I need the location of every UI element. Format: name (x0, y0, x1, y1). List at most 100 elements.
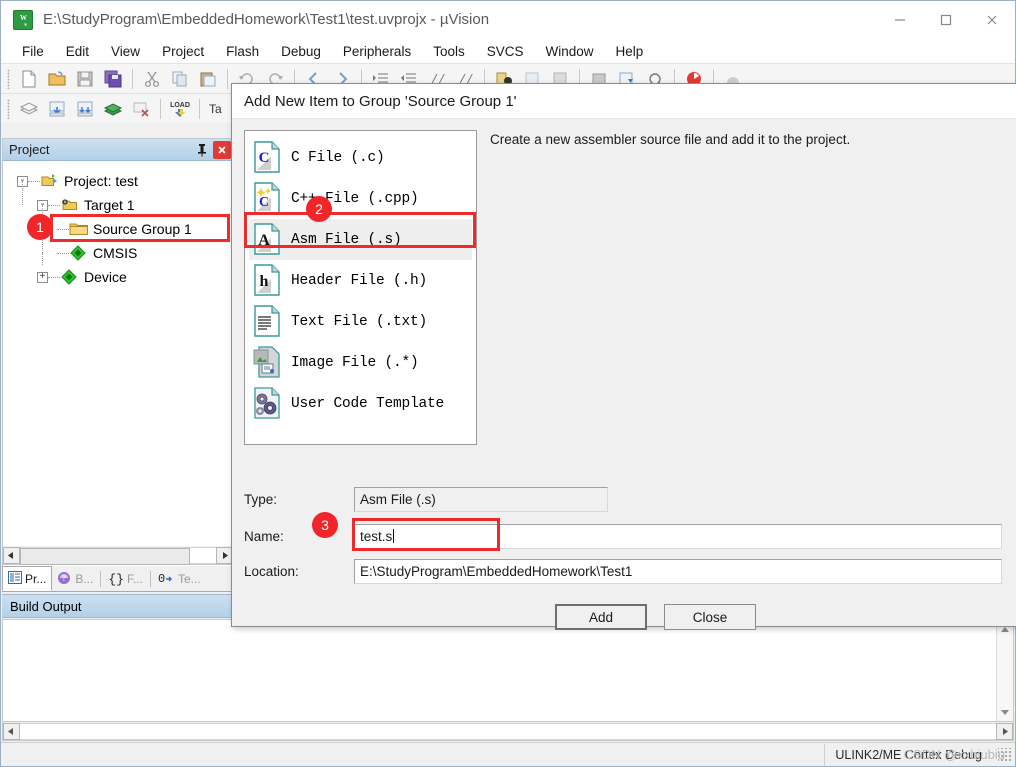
menu-item-help[interactable]: Help (605, 42, 655, 61)
scroll-left-arrow[interactable] (3, 722, 20, 740)
user-template-label: User Code Template (291, 395, 445, 412)
c-file-label: C File (.c) (291, 149, 385, 166)
target-selector-label[interactable]: Ta (205, 102, 226, 116)
templates-tab-icon: 0 (158, 571, 175, 587)
folder-icon (69, 220, 89, 238)
image-file-list-item[interactable]: Image File (.*) (249, 342, 472, 383)
save-all-icon[interactable] (99, 66, 127, 92)
text-file-icon (253, 304, 283, 339)
paste-icon[interactable] (194, 66, 222, 92)
rebuild-all-icon[interactable] (99, 96, 127, 122)
project-tab-functions[interactable]: {} F... (103, 567, 148, 591)
scroll-track[interactable] (20, 546, 216, 565)
asm-file-list-item[interactable]: A Asm File (.s) (249, 219, 472, 260)
menu-item-file[interactable]: File (11, 42, 55, 61)
expander-device[interactable]: + (37, 271, 48, 283)
open-folder-icon[interactable] (43, 66, 71, 92)
location-field-label: Location: (244, 563, 299, 579)
resize-grip[interactable] (998, 747, 1012, 762)
build-target-icon[interactable] (71, 96, 99, 122)
project-panel: Project - Project: test - Target 1 Sourc… (2, 138, 234, 581)
translate-icon[interactable] (43, 96, 71, 122)
tree-connector (48, 204, 60, 206)
annotation-badge-2: 2 (306, 196, 332, 222)
toolbar-separator (132, 68, 133, 89)
header-file-list-item[interactable]: h Header File (.h) (249, 260, 472, 301)
project-tab-books[interactable]: ? B... (52, 567, 98, 591)
add-button-label: Add (588, 609, 614, 625)
header-file-icon: h (253, 263, 283, 298)
project-tab-project[interactable]: Pr... (2, 566, 53, 591)
save-icon[interactable] (71, 66, 99, 92)
menu-item-view[interactable]: View (100, 42, 151, 61)
tree-label-cmsis: CMSIS (93, 245, 138, 261)
batch-build-icon[interactable] (15, 96, 43, 122)
build-output-vscrollbar[interactable] (996, 620, 1013, 721)
build-output-body[interactable] (2, 619, 1014, 722)
tree-row-project[interactable]: - Project: test (7, 169, 229, 193)
target-icon (60, 196, 80, 214)
menu-item-edit[interactable]: Edit (55, 42, 100, 61)
pin-icon[interactable] (194, 141, 210, 159)
location-input-field[interactable]: E:\StudyProgram\EmbeddedHomework\Test1 (354, 558, 1002, 584)
scroll-right-arrow[interactable] (996, 722, 1013, 740)
tree-label-project: Project: test (64, 173, 138, 189)
svg-text:C: C (259, 195, 269, 210)
name-field-value: test.s (360, 528, 393, 544)
c-file-icon: C (253, 140, 283, 175)
menu-item-window[interactable]: Window (534, 42, 604, 61)
menu-item-peripherals[interactable]: Peripherals (332, 42, 422, 61)
toolbar-grip[interactable] (7, 68, 10, 89)
close-button[interactable]: Close (664, 604, 756, 630)
tree-connector (57, 228, 69, 230)
scroll-thumb[interactable] (20, 547, 190, 565)
toolbar-grip[interactable] (7, 98, 10, 119)
menu-item-svcs[interactable]: SVCS (476, 42, 535, 61)
minimize-icon[interactable] (877, 1, 923, 39)
tree-label-device: Device (84, 269, 127, 285)
menu-item-tools[interactable]: Tools (422, 42, 476, 61)
name-input-field[interactable]: test.s (354, 523, 1002, 549)
add-button[interactable]: Add (555, 604, 647, 630)
copy-icon[interactable] (166, 66, 194, 92)
tab-separator (100, 570, 102, 587)
maximize-icon[interactable] (923, 1, 969, 39)
c-file-list-item[interactable]: C C File (.c) (249, 137, 472, 178)
new-file-icon[interactable] (15, 66, 43, 92)
svg-text:LOAD: LOAD (170, 102, 190, 109)
tree-row-cmsis[interactable]: CMSIS (7, 229, 229, 265)
panel-close-icon[interactable] (213, 140, 231, 159)
tree-row-device[interactable]: + Device (7, 253, 229, 289)
project-hscrollbar[interactable] (2, 546, 234, 565)
menu-item-debug[interactable]: Debug (270, 42, 332, 61)
scroll-track[interactable] (20, 722, 996, 740)
close-icon[interactable] (969, 1, 1015, 39)
asm-file-icon: A (253, 222, 283, 257)
tree-connector (28, 180, 40, 182)
user-template-list-item[interactable]: User Code Template (249, 383, 472, 424)
project-tab-label: Pr... (25, 571, 47, 586)
download-load-icon[interactable]: LOAD (166, 96, 194, 122)
scroll-left-arrow[interactable] (3, 546, 20, 564)
templates-tab-label: Te... (177, 572, 201, 586)
cpp-file-list-item[interactable]: C C++ File (.cpp) (249, 178, 472, 219)
menu-item-flash[interactable]: Flash (215, 42, 270, 61)
project-tab-templates[interactable]: 0 Te... (153, 567, 206, 591)
build-output-hscrollbar[interactable] (2, 722, 1014, 741)
tab-separator (149, 570, 151, 587)
project-panel-header: Project (3, 139, 233, 161)
stop-build-icon[interactable] (127, 96, 155, 122)
scroll-down-arrow[interactable] (1001, 704, 1009, 719)
menu-item-project[interactable]: Project (151, 42, 215, 61)
uvision-main-window: W s E:\StudyProgram\EmbeddedHomework\Tes… (0, 0, 1016, 767)
project-panel-tabs: Pr... ? B... {} F... 0 Te... (2, 566, 234, 592)
books-tab-icon: ? (57, 571, 72, 588)
cut-icon[interactable] (138, 66, 166, 92)
annotation-badge-1: 1 (27, 214, 53, 240)
annotation-badge-3: 3 (312, 512, 338, 538)
svg-text:A: A (258, 232, 270, 249)
text-file-list-item[interactable]: Text File (.txt) (249, 301, 472, 342)
file-type-list[interactable]: C C File (.c) C C++ File (.cpp) A Asm Fi… (244, 130, 477, 445)
user-template-icon (253, 386, 283, 421)
tree-label-target: Target 1 (84, 197, 135, 213)
